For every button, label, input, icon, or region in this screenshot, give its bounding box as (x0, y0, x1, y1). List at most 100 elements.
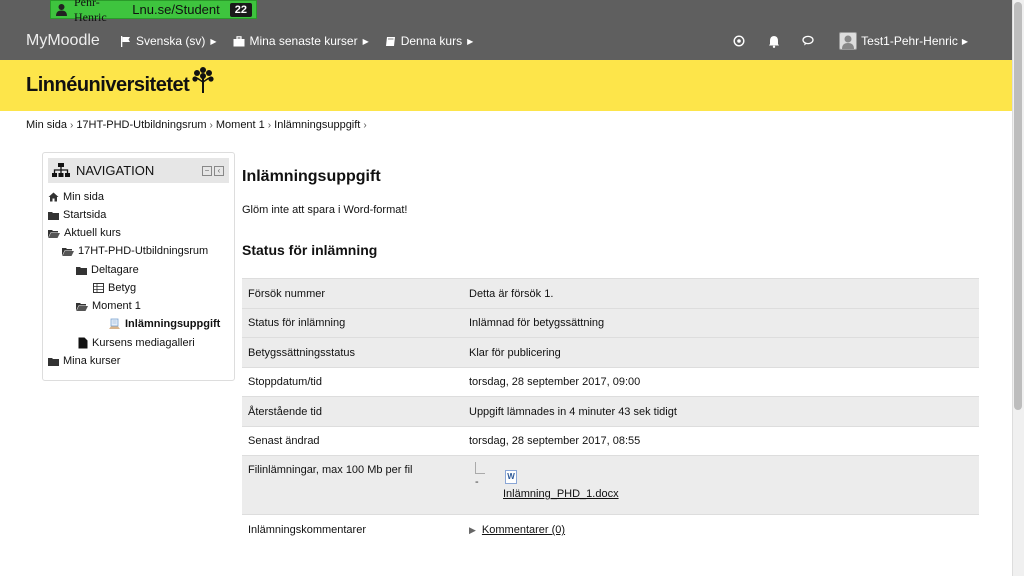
language-menu[interactable]: Svenska (sv) ▶ (120, 34, 217, 48)
scrollbar-thumb[interactable] (1014, 2, 1022, 410)
briefcase-icon (233, 35, 245, 46)
row-key: Stoppdatum/tid (242, 367, 463, 397)
row-value: Detta är försök 1. (463, 278, 979, 309)
chat-icon[interactable] (801, 33, 817, 49)
table-row: Återstående tid Uppgift lämnades in 4 mi… (242, 396, 979, 427)
breadcrumb-item[interactable]: Inlämningsuppgift (274, 119, 360, 131)
user-chip[interactable]: Pehr-Henric Lnu.se/Student 22 (50, 0, 257, 24)
expand-triangle-icon[interactable]: ▶ (469, 525, 476, 536)
sitemap-icon (52, 163, 70, 177)
nav-item-course[interactable]: 17HT-PHD-Utbildningsrum (62, 245, 208, 257)
file-dash: - (475, 476, 479, 488)
breadcrumb-item[interactable]: 17HT-PHD-Utbildningsrum (76, 119, 206, 131)
dock-icon[interactable]: ‹ (214, 165, 224, 176)
user-icon (55, 3, 68, 17)
submitted-file-link[interactable]: Inlämning_PHD_1.docx (503, 488, 619, 500)
breadcrumb: Min sida › 17HT-PHD-Utbildningsrum › Mom… (26, 119, 370, 131)
navigation-title: NAVIGATION (76, 163, 155, 178)
this-course-menu[interactable]: Denna kurs ▶ (385, 34, 474, 48)
nav-item-label: 17HT-PHD-Utbildningsrum (78, 245, 209, 257)
table-row-comments: Inlämningskommentarer ▶ Kommentarer (0) (242, 514, 979, 546)
institution-label: Lnu.se/Student (132, 2, 220, 17)
navigation-block: NAVIGATION − ‹ Min sida Startsida Aktuel… (42, 152, 235, 381)
nav-item-betyg[interactable]: Betyg (93, 282, 136, 294)
word-document-icon: W (505, 470, 517, 484)
user-menu-label: Test1-Pehr-Henric (861, 34, 958, 48)
tree-icon (192, 67, 214, 93)
collapse-icon[interactable]: − (202, 165, 212, 176)
row-key: Försök nummer (242, 278, 463, 309)
nav-item-mediagalleri[interactable]: Kursens mediagalleri (78, 337, 195, 349)
recent-courses-menu[interactable]: Mina senaste kurser ▶ (233, 34, 369, 48)
language-menu-label: Svenska (sv) (136, 34, 206, 48)
nav-item-label: Aktuell kurs (64, 227, 121, 239)
nav-item-label: Moment 1 (92, 300, 141, 312)
row-value: Inlämnad för betygssättning (463, 308, 979, 338)
nav-item-label: Inlämningsuppgift (125, 318, 221, 330)
table-row: Status för inlämning Inlämnad för betygs… (242, 308, 979, 338)
block-controls: − ‹ (202, 165, 224, 176)
nav-item-aktuell-kurs[interactable]: Aktuell kurs (48, 227, 121, 239)
target-icon[interactable] (731, 33, 747, 49)
table-row: Stoppdatum/tid torsdag, 28 september 201… (242, 367, 979, 397)
page-title: Inlämningsuppgift (242, 168, 381, 185)
user-name: Pehr-Henric (74, 0, 107, 24)
university-logo[interactable]: Linnéuniversitetet (26, 66, 215, 97)
nav-item-mina-kurser[interactable]: Mina kurser (48, 355, 120, 367)
breadcrumb-item[interactable]: Moment 1 (216, 119, 265, 131)
logo-text: Linnéuniversitetet (26, 74, 190, 96)
caret-right-icon: ▶ (467, 36, 474, 46)
folder-open-icon (62, 247, 74, 256)
row-value: Uppgift lämnades in 4 minuter 43 sek tid… (463, 396, 979, 427)
brand-link[interactable]: MyMoodle (26, 32, 116, 50)
nav-item-startsida[interactable]: Startsida (48, 209, 106, 221)
navbar: MyMoodle Svenska (sv) ▶ Mina senaste kur… (0, 22, 1012, 60)
navigation-header: NAVIGATION − ‹ (48, 158, 229, 183)
folder-icon (48, 357, 59, 366)
folder-icon (76, 266, 87, 275)
breadcrumb-item[interactable]: Min sida (26, 119, 67, 131)
row-key: Filinlämningar, max 100 Mb per fil (242, 455, 463, 515)
chevron-right-icon: › (363, 119, 367, 131)
avatar (839, 32, 858, 50)
chevron-right-icon: › (209, 119, 213, 131)
row-key: Senast ändrad (242, 426, 463, 456)
caret-right-icon: ▶ (961, 36, 968, 46)
folder-open-icon (76, 302, 88, 311)
recent-courses-label: Mina senaste kurser (249, 34, 358, 48)
status-heading: Status för inlämning (242, 242, 378, 258)
nav-item-min-sida[interactable]: Min sida (48, 191, 104, 203)
row-key: Status för inlämning (242, 308, 463, 338)
nav-item-label: Kursens mediagalleri (92, 337, 195, 349)
nav-item-moment-1[interactable]: Moment 1 (76, 300, 141, 312)
row-value: torsdag, 28 september 2017, 08:55 (463, 426, 979, 456)
chevron-right-icon: › (69, 119, 74, 131)
assignment-description: Glöm inte att spara i Word-format! (242, 204, 408, 216)
caret-right-icon: ▶ (210, 36, 217, 46)
comments-link[interactable]: Kommentarer (0) (482, 524, 565, 536)
count-badge: 22 (229, 2, 252, 17)
assignment-icon (109, 318, 120, 329)
nav-item-inlamningsuppgift[interactable]: Inlämningsuppgift (108, 318, 220, 330)
nav-item-label: Betyg (108, 282, 137, 294)
bell-icon[interactable] (766, 33, 782, 49)
folder-open-icon (48, 229, 60, 238)
user-menu[interactable]: Test1-Pehr-Henric ▶ (839, 32, 968, 50)
row-key: Inlämningskommentarer (242, 514, 463, 546)
this-course-label: Denna kurs (400, 34, 463, 48)
table-row-files: Filinlämningar, max 100 Mb per fil - W I… (242, 455, 979, 515)
file-cell: - W Inlämning_PHD_1.docx (463, 455, 979, 515)
flag-icon (121, 35, 130, 47)
nav-item-deltagare[interactable]: Deltagare (76, 264, 139, 276)
nav-item-label: Mina kurser (63, 355, 121, 367)
tree-connector (475, 462, 485, 474)
table-icon (93, 283, 104, 293)
home-icon (48, 192, 59, 202)
navbar-menu: Svenska (sv) ▶ Mina senaste kurser ▶ Den… (120, 34, 489, 48)
chevron-right-icon: › (267, 119, 272, 131)
row-key: Återstående tid (242, 396, 463, 427)
table-row: Betygssättningsstatus Klar för publiceri… (242, 337, 979, 368)
nav-item-label: Startsida (63, 209, 107, 221)
navbar-right: Test1-Pehr-Henric ▶ (712, 32, 968, 50)
caret-right-icon: ▶ (362, 36, 369, 46)
